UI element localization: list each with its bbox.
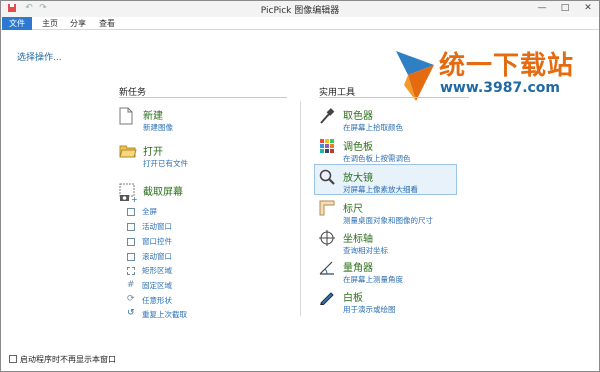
tool-label: 放大镜 — [343, 173, 373, 184]
tool-desc: 测量桌面对象和图像的尺寸 — [343, 216, 433, 225]
open-folder-icon — [119, 143, 137, 161]
eyedropper-icon — [319, 107, 335, 125]
tab-home[interactable]: 主页 — [39, 17, 61, 30]
window-title: PicPick 图像编辑器 — [260, 6, 340, 16]
tool-label: 坐标轴 — [343, 234, 373, 245]
tool-desc: 在屏幕上测量角度 — [343, 275, 403, 284]
scrolling-window-icon — [127, 253, 135, 261]
tool-desc: 用于演示或绘图 — [343, 305, 396, 314]
tool-label: 调色板 — [343, 142, 373, 153]
tool-label: 取色器 — [343, 111, 373, 122]
new-task-divider — [119, 97, 287, 98]
open-label: 打开 — [143, 147, 163, 158]
capture-scrolling-window[interactable]: 滚动窗口 — [142, 251, 172, 262]
svg-text:+: + — [131, 195, 137, 203]
tool-desc: 在屏幕上拾取颜色 — [343, 123, 403, 132]
open-desc: 打开已有文件 — [143, 159, 188, 168]
tool-desc: 查询相对坐标 — [343, 246, 388, 255]
capture-repeat-last[interactable]: 重复上次截取 — [142, 309, 187, 320]
select-action-hint: 选择操作... — [17, 53, 62, 63]
tab-file[interactable]: 文件 — [2, 17, 32, 30]
startup-checkbox-label: 启动程序时不再显示本窗口 — [20, 355, 116, 364]
tool-desc: 在调色板上按需调色 — [343, 154, 411, 163]
capture-screen-icon: + — [119, 183, 138, 204]
maximize-button[interactable]: □ — [554, 1, 576, 15]
capture-active-window[interactable]: 活动窗口 — [142, 221, 172, 232]
title-bar: ↶ ↷ PicPick 图像编辑器 — □ ✕ — [1, 1, 599, 17]
active-window-icon — [127, 223, 135, 231]
capture-fixed-region[interactable]: 固定区域 — [142, 280, 172, 291]
tool-label: 白板 — [343, 293, 363, 304]
protractor-icon — [319, 259, 335, 277]
close-button[interactable]: ✕ — [577, 1, 599, 15]
ribbon-tabs: 文件 主页 分享 查看 — [1, 17, 599, 30]
app-window: ↶ ↷ PicPick 图像编辑器 — □ ✕ 文件 主页 分享 查看 选择操作… — [0, 0, 600, 372]
palette-icon — [319, 138, 335, 156]
magnifier-icon — [319, 169, 335, 187]
capture-freehand[interactable]: 任意形状 — [142, 295, 172, 306]
window-control-icon — [127, 238, 135, 246]
tools-divider — [319, 97, 469, 98]
capture-rectangle-region[interactable]: 矩形区域 — [142, 265, 172, 276]
logo-url: www.3987.com — [440, 80, 561, 96]
new-label: 新建 — [143, 111, 163, 122]
column-separator — [300, 101, 301, 316]
capture-window-control[interactable]: 窗口控件 — [142, 236, 172, 247]
pen-icon — [319, 289, 335, 307]
logo-mark-icon — [396, 51, 434, 101]
repeat-capture-icon: ↺ — [127, 308, 135, 318]
capture-label: 截取屏幕 — [143, 187, 183, 198]
new-desc: 新建图像 — [143, 123, 173, 132]
tab-share[interactable]: 分享 — [67, 17, 89, 30]
new-file-icon — [119, 107, 135, 125]
capture-fullscreen[interactable]: 全屏 — [142, 206, 157, 217]
freehand-icon: ⟳ — [127, 294, 135, 304]
tab-view[interactable]: 查看 — [96, 17, 118, 30]
logo-text: 统一下载站 — [439, 51, 575, 81]
ruler-icon — [319, 200, 335, 218]
tool-desc: 对屏幕上像素放大细看 — [343, 185, 418, 194]
startup-checkbox[interactable] — [9, 355, 17, 363]
minimize-button[interactable]: — — [531, 1, 553, 15]
fixed-region-icon: # — [127, 280, 135, 290]
rectangle-region-icon — [127, 267, 135, 275]
fullscreen-icon — [127, 208, 135, 216]
tool-label: 量角器 — [343, 263, 373, 274]
tool-label: 标尺 — [343, 204, 363, 215]
crosshair-icon — [319, 230, 335, 248]
